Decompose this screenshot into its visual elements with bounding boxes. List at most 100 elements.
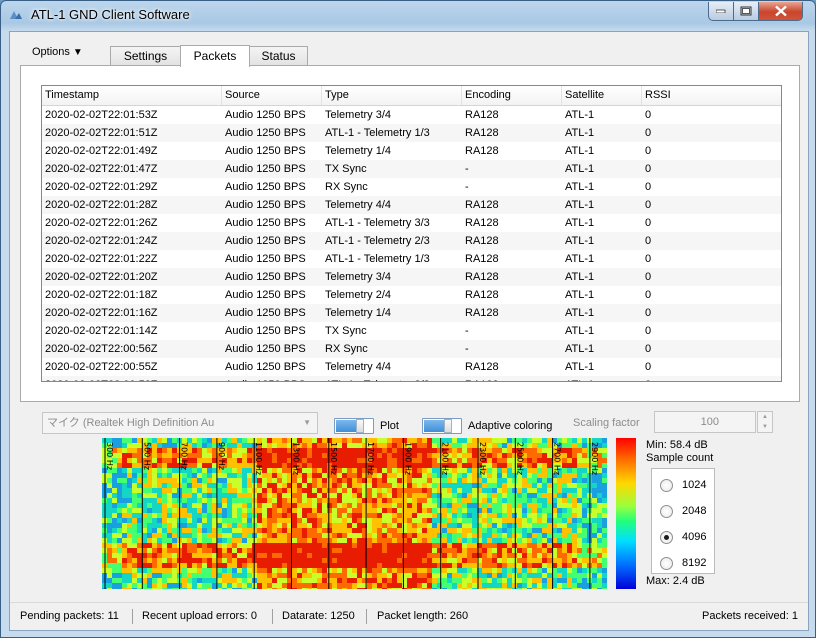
cell-satellite: ATL-1 xyxy=(565,217,595,229)
close-button[interactable] xyxy=(758,2,803,21)
cell-satellite: ATL-1 xyxy=(565,289,595,301)
cell-encoding: RA128 xyxy=(465,361,499,373)
cell-source: Audio 1250 BPS xyxy=(225,163,306,175)
cell-satellite: ATL-1 xyxy=(565,181,595,193)
sample-count-label: Sample count xyxy=(646,452,714,464)
table-row[interactable]: 2020-02-02T22:01:24Z Audio 1250 BPS ATL-1 … xyxy=(42,232,781,250)
table-row[interactable]: 2020-02-02T22:00:53Z Audio 1250 BPS ATL-1 … xyxy=(42,376,781,381)
table-row[interactable]: 2020-02-02T22:00:55Z Audio 1250 BPS Teleme… xyxy=(42,358,781,376)
sample-option-label: 2048 xyxy=(682,505,707,517)
frequency-label: 2700 Hz xyxy=(553,442,562,475)
cell-satellite: ATL-1 xyxy=(565,361,595,373)
table-row[interactable]: 2020-02-02T22:01:51Z Audio 1250 BPS ATL-1 … xyxy=(42,124,781,142)
minimize-button[interactable] xyxy=(708,2,734,21)
cell-encoding: - xyxy=(465,325,469,337)
toggle-fill xyxy=(424,420,444,432)
cell-encoding: RA128 xyxy=(465,127,499,139)
status-packet-length: Packet length: 260 xyxy=(377,610,469,622)
cell-type: Telemetry 1/4 xyxy=(325,145,392,157)
cell-timestamp: 2020-02-02T22:01:14Z xyxy=(45,325,158,337)
cell-rssi: 0 xyxy=(645,127,652,139)
cell-timestamp: 2020-02-02T22:00:56Z xyxy=(45,343,158,355)
table-row[interactable]: 2020-02-02T22:01:20Z Audio 1250 BPS Teleme… xyxy=(42,268,781,286)
frequency-label: 2100 Hz xyxy=(441,442,450,475)
cell-satellite: ATL-1 xyxy=(562,376,594,381)
table-row[interactable]: 2020-02-02T22:01:47Z Audio 1250 BPS TX Syn… xyxy=(42,160,781,178)
audio-device-value: マイク (Realtek High Definition Au xyxy=(47,417,215,429)
cell-source: Audio 1250 BPS xyxy=(225,325,306,337)
plot-toggle[interactable] xyxy=(334,418,374,434)
cell-rssi: 0 xyxy=(645,217,652,229)
column-header-source[interactable]: Source xyxy=(222,86,322,105)
cell-timestamp: 2020-02-02T22:01:22Z xyxy=(45,253,158,265)
audio-device-select[interactable]: マイク (Realtek High Definition Au ▼ xyxy=(42,412,318,434)
cell-source: Audio 1250 BPS xyxy=(225,109,306,121)
frequency-label: 1500 Hz xyxy=(329,442,338,475)
frequency-label: 700 Hz xyxy=(180,442,189,470)
tab-settings[interactable]: Settings xyxy=(110,46,181,66)
cell-source: Audio 1250 BPS xyxy=(225,361,306,373)
frequency-label: 1100 Hz xyxy=(254,442,263,475)
title-bar[interactable]: ATL-1 GND Client Software xyxy=(1,1,815,31)
cell-encoding: - xyxy=(465,181,469,193)
cell-encoding: - xyxy=(465,343,469,355)
cell-rssi: 0 xyxy=(645,289,652,301)
cell-rssi: 0 xyxy=(645,361,652,373)
packets-panel: Timestamp Source Type Encoding Satellite… xyxy=(20,65,800,402)
column-header-satellite[interactable]: Satellite xyxy=(562,86,642,105)
cell-satellite: ATL-1 xyxy=(565,109,595,121)
cell-satellite: ATL-1 xyxy=(565,199,595,211)
table-row[interactable]: 2020-02-02T22:00:56Z Audio 1250 BPS RX Syn… xyxy=(42,340,781,358)
scaling-factor-input[interactable]: 100 xyxy=(654,411,756,433)
spin-up-icon[interactable]: ▲ xyxy=(758,412,772,422)
column-header-rssi[interactable]: RSSI xyxy=(642,86,781,105)
column-header-timestamp[interactable]: Timestamp xyxy=(42,86,222,105)
adaptive-coloring-toggle[interactable] xyxy=(422,418,462,434)
table-row[interactable]: 2020-02-02T22:01:29Z Audio 1250 BPS RX Syn… xyxy=(42,178,781,196)
cell-type: Telemetry 1/4 xyxy=(325,307,392,319)
table-row[interactable]: 2020-02-02T22:01:22Z Audio 1250 BPS ATL-1 … xyxy=(42,250,781,268)
status-bar: Pending packets: 11 Recent upload errors… xyxy=(10,602,808,630)
cell-timestamp: 2020-02-02T22:01:28Z xyxy=(45,199,158,211)
cell-timestamp: 2020-02-02T22:01:20Z xyxy=(45,271,158,283)
packets-table[interactable]: Timestamp Source Type Encoding Satellite… xyxy=(41,85,782,382)
sample-option-label: 1024 xyxy=(682,479,707,491)
cell-rssi: 0 xyxy=(645,325,652,337)
maximize-button[interactable] xyxy=(733,2,759,21)
table-row[interactable]: 2020-02-02T22:01:18Z Audio 1250 BPS Teleme… xyxy=(42,286,781,304)
scaling-factor-spinner[interactable]: ▲ ▼ xyxy=(757,411,773,433)
cell-source: Audio 1250 BPS xyxy=(225,343,306,355)
cell-rssi: 0 xyxy=(645,235,652,247)
cell-encoding: RA128 xyxy=(465,307,499,319)
frequency-label: 2300 Hz xyxy=(478,442,487,475)
cell-source: Audio 1250 BPS xyxy=(225,199,306,211)
sample-option-label: 4096 xyxy=(682,531,707,543)
cell-encoding: - xyxy=(465,163,469,175)
frequency-label: 1900 Hz xyxy=(403,442,412,475)
cell-source: Audio 1250 BPS xyxy=(222,376,306,381)
cell-encoding: RA128 xyxy=(465,109,499,121)
tab-status[interactable]: Status xyxy=(249,46,308,66)
spin-down-icon[interactable]: ▼ xyxy=(758,422,772,432)
table-row[interactable]: 2020-02-02T22:01:53Z Audio 1250 BPS Teleme… xyxy=(42,106,781,124)
table-row[interactable]: 2020-02-02T22:01:49Z Audio 1250 BPS Teleme… xyxy=(42,142,781,160)
table-row[interactable]: 2020-02-02T22:01:28Z Audio 1250 BPS Teleme… xyxy=(42,196,781,214)
cell-timestamp: 2020-02-02T22:01:16Z xyxy=(45,307,158,319)
column-header-type[interactable]: Type xyxy=(322,86,462,105)
options-menu[interactable]: Options ▼ xyxy=(32,46,83,58)
cell-type: Telemetry 4/4 xyxy=(325,361,392,373)
status-datarate: Datarate: 1250 xyxy=(282,610,355,622)
cell-source: Audio 1250 BPS xyxy=(225,217,306,229)
column-header-encoding[interactable]: Encoding xyxy=(462,86,562,105)
tab-packets[interactable]: Packets xyxy=(180,45,250,67)
table-row[interactable]: 2020-02-02T22:01:16Z Audio 1250 BPS Teleme… xyxy=(42,304,781,322)
frequency-label: 2900 Hz xyxy=(590,442,599,475)
chevron-down-icon: ▼ xyxy=(72,47,83,58)
table-row[interactable]: 2020-02-02T22:01:26Z Audio 1250 BPS ATL-1 … xyxy=(42,214,781,232)
chevron-down-icon: ▼ xyxy=(303,418,311,427)
table-header: Timestamp Source Type Encoding Satellite… xyxy=(42,86,781,106)
spectrogram-max-label: Max: 2.4 dB xyxy=(646,575,705,587)
options-label: Options xyxy=(32,46,70,58)
client-area: Options ▼ Settings Packets Status Timesta… xyxy=(9,31,809,631)
table-row[interactable]: 2020-02-02T22:01:14Z Audio 1250 BPS TX Syn… xyxy=(42,322,781,340)
